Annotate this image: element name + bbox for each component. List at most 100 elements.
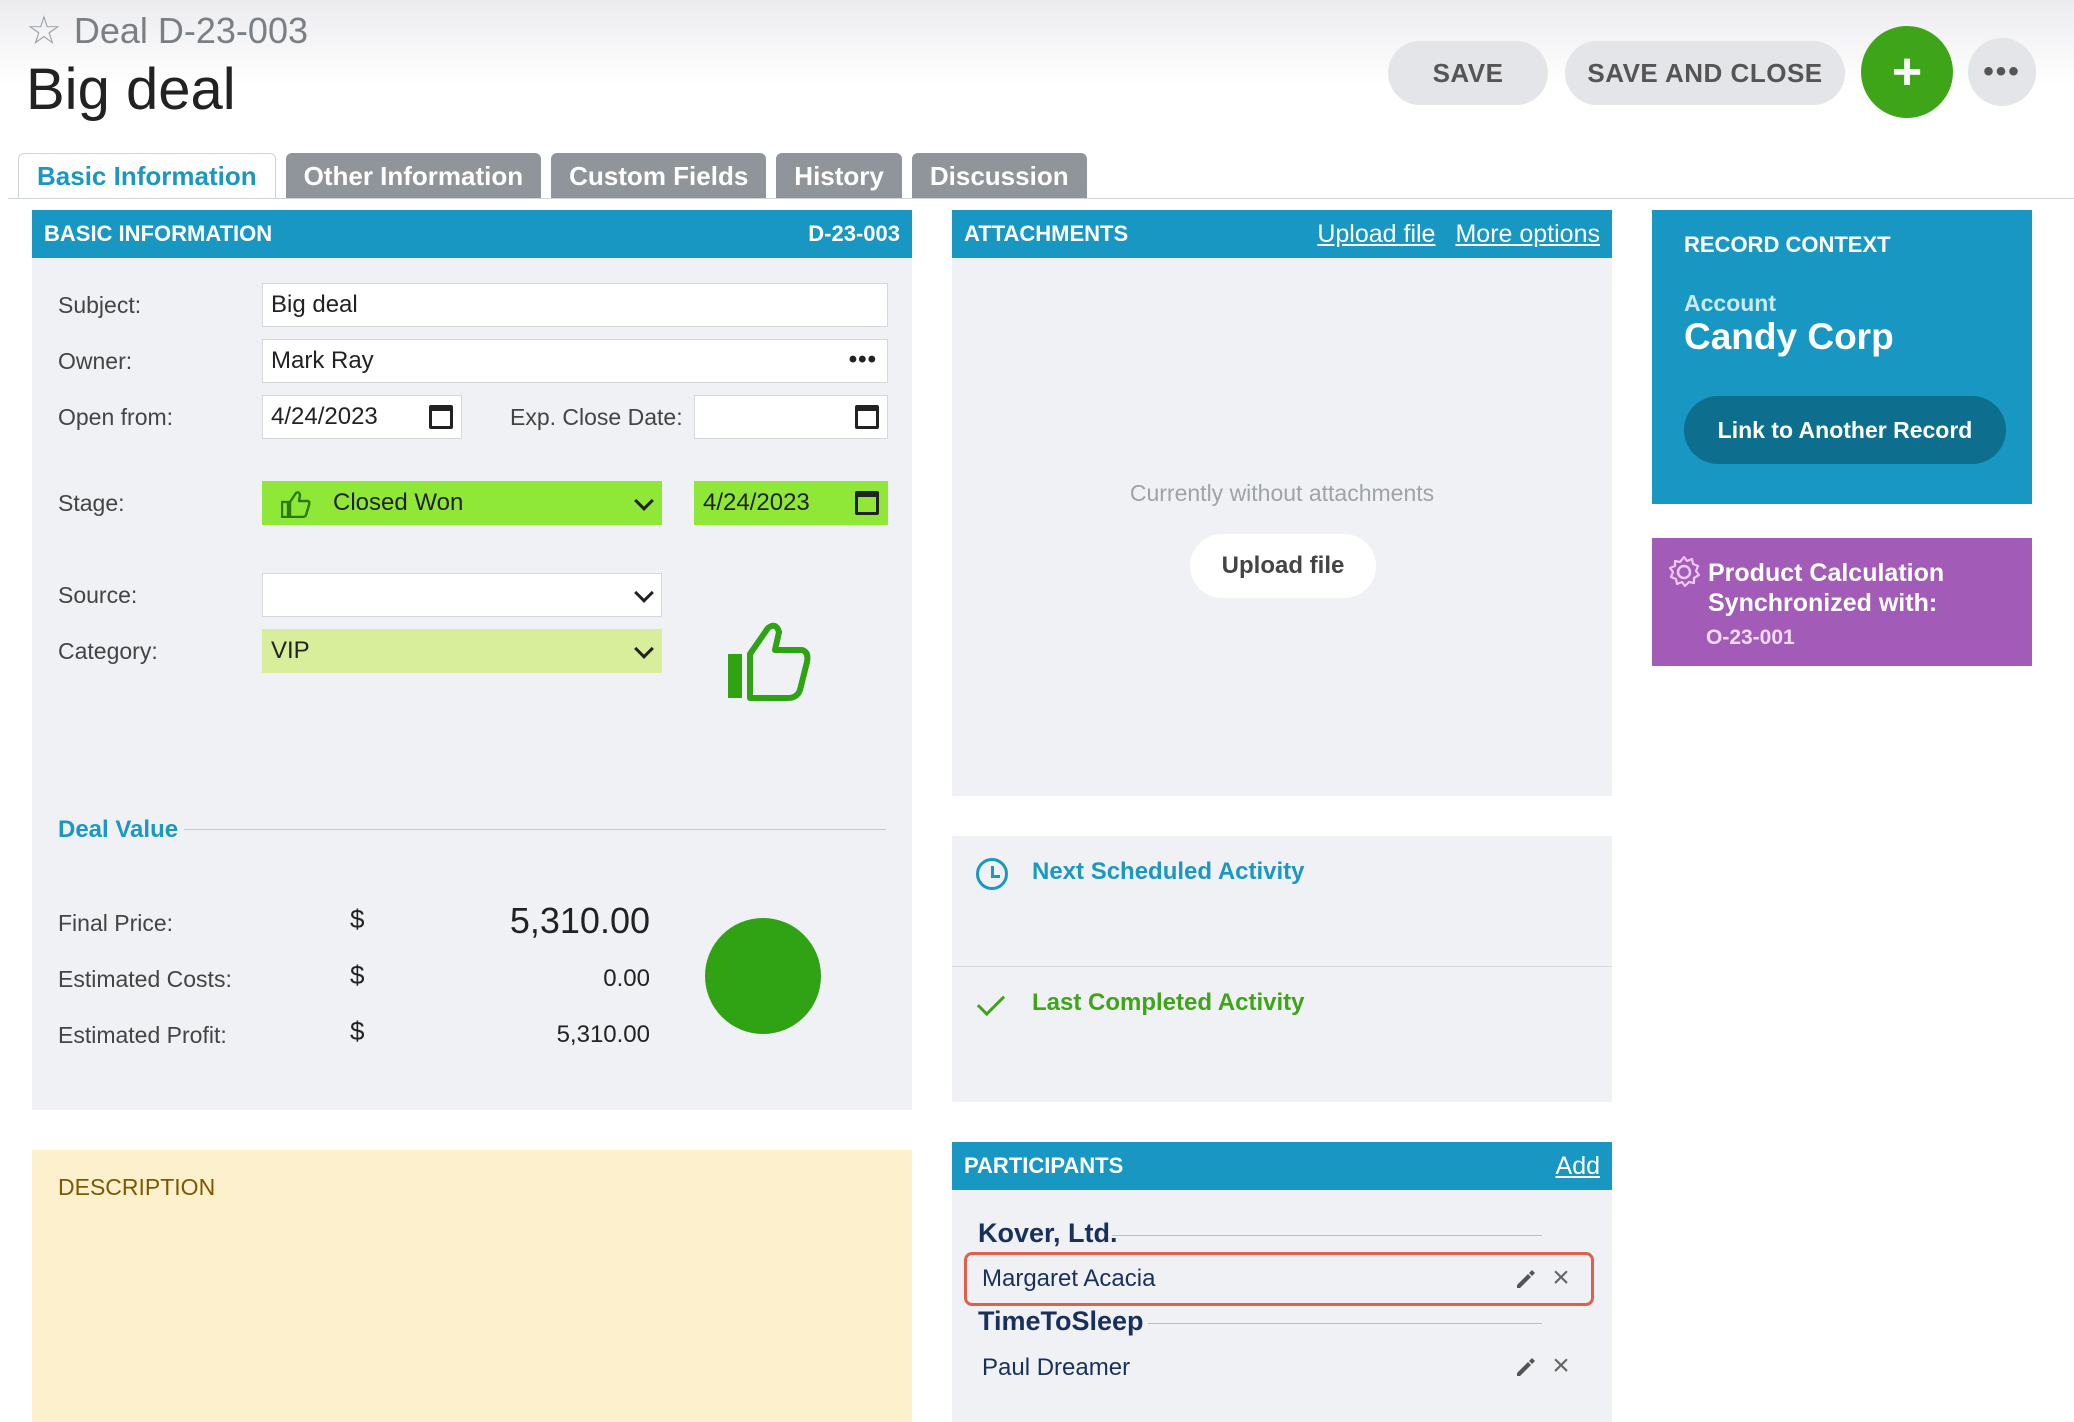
category-value: VIP (271, 637, 310, 664)
calendar-icon[interactable] (429, 405, 453, 429)
calendar-icon[interactable] (855, 405, 879, 429)
tab-bar: Basic Information Other Information Cust… (18, 153, 1087, 199)
participants-header: PARTICIPANTS Add (952, 1142, 1612, 1190)
final-price-value: 5,310.00 (509, 900, 650, 941)
estimated-profit-value: 5,310.00 (556, 1021, 650, 1048)
subject-label: Subject: (58, 292, 142, 318)
exp-close-date-input[interactable] (694, 395, 888, 439)
add-button[interactable]: + (1861, 26, 1953, 118)
deal-value-divider (184, 829, 886, 830)
upload-file-button[interactable]: Upload file (1190, 534, 1376, 598)
estimated-costs-value: 0.00 (603, 965, 650, 992)
basic-information-header: BASIC INFORMATION D-23-003 (32, 210, 912, 258)
stage-date-input[interactable]: 4/24/2023 (694, 481, 888, 525)
category-select[interactable]: VIP (262, 629, 662, 673)
description-label: DESCRIPTION (58, 1174, 216, 1200)
stage-select[interactable]: Closed Won (262, 481, 662, 525)
owner-label: Owner: (58, 348, 133, 374)
subject-input[interactable]: Big deal (262, 283, 888, 327)
edit-pencil-icon[interactable] (1514, 1268, 1536, 1290)
product-calculation-panel[interactable]: Product Calculation Synchronized with: O… (1652, 538, 2032, 666)
tab-basic-information[interactable]: Basic Information (18, 153, 276, 199)
clock-icon (976, 858, 1008, 890)
participants-heading: PARTICIPANTS (964, 1153, 1124, 1178)
stage-date-value: 4/24/2023 (703, 489, 810, 516)
record-context-panel: RECORD CONTEXT Account Candy Corp Link t… (1652, 210, 2032, 504)
estimated-costs-label: Estimated Costs: (58, 966, 232, 992)
account-label: Account (1684, 290, 1776, 316)
source-select[interactable] (262, 573, 662, 617)
org-divider (1148, 1323, 1542, 1324)
remove-icon[interactable]: × (1549, 1351, 1573, 1381)
more-options-link[interactable]: More options (1455, 220, 1600, 248)
final-price-label: Final Price: (58, 910, 174, 936)
next-activity-label: Next Scheduled Activity (1032, 858, 1305, 885)
open-from-date-input[interactable]: 4/24/2023 (262, 395, 462, 439)
participant-name[interactable]: Paul Dreamer (982, 1354, 1130, 1382)
upload-file-link[interactable]: Upload file (1317, 220, 1435, 248)
chevron-down-icon (634, 583, 654, 603)
next-activity-row[interactable]: Next Scheduled Activity (952, 836, 1612, 966)
add-participant-link[interactable]: Add (1556, 1152, 1600, 1181)
description-panel[interactable]: DESCRIPTION (32, 1150, 912, 1422)
participant-name[interactable]: Margaret Acacia (982, 1265, 1155, 1293)
owner-value: Mark Ray (271, 347, 374, 374)
last-activity-label: Last Completed Activity (1032, 989, 1305, 1016)
exp-close-date-label: Exp. Close Date: (510, 404, 683, 430)
tab-other-information[interactable]: Other Information (285, 153, 542, 199)
tab-discussion[interactable]: Discussion (911, 153, 1087, 199)
participants-panel: PARTICIPANTS Add Kover, Ltd. Margaret Ac… (952, 1142, 1612, 1422)
tab-divider (8, 198, 2074, 199)
activities-panel: Next Scheduled Activity Last Completed A… (952, 836, 1612, 1102)
gear-icon (1668, 555, 1701, 588)
category-label: Category: (58, 638, 158, 664)
synchronized-record-id[interactable]: O-23-001 (1706, 626, 1795, 650)
product-calculation-title-line2: Synchronized with: (1708, 589, 1938, 617)
attachments-heading: ATTACHMENTS (964, 221, 1129, 246)
record-label-text: Deal D-23-003 (73, 10, 308, 51)
final-price-currency: $ (350, 904, 365, 934)
chevron-down-icon (634, 639, 654, 659)
owner-more-icon[interactable]: ••• (849, 346, 877, 374)
favorite-star-icon[interactable]: ☆ (26, 8, 62, 54)
tab-custom-fields[interactable]: Custom Fields (551, 153, 767, 199)
org-divider (1112, 1235, 1542, 1236)
stage-value: Closed Won (333, 489, 464, 516)
source-label: Source: (58, 582, 138, 608)
deal-value-heading: Deal Value (58, 816, 179, 843)
participant-org: Kover, Ltd. (978, 1218, 1118, 1248)
page-title: Big deal (26, 57, 236, 122)
remove-icon[interactable]: × (1549, 1263, 1573, 1293)
account-name[interactable]: Candy Corp (1684, 316, 1894, 358)
attachments-empty-text: Currently without attachments (1129, 480, 1435, 506)
product-calculation-title: Product Calculation Synchronized with: (1708, 558, 1944, 618)
basic-information-panel: BASIC INFORMATION D-23-003 Subject: Big … (32, 210, 912, 1110)
last-activity-row[interactable]: Last Completed Activity (952, 966, 1612, 1096)
participant-org: TimeToSleep (978, 1306, 1144, 1336)
tab-history[interactable]: History (776, 153, 902, 199)
deal-status-indicator (705, 918, 821, 1034)
attachments-header: ATTACHMENTS Upload file More options (952, 210, 1612, 258)
product-calculation-title-line1: Product Calculation (1708, 559, 1945, 587)
attachments-panel: ATTACHMENTS Upload file More options Curr… (952, 210, 1612, 796)
more-options-button[interactable]: ••• (1968, 38, 2036, 106)
save-button[interactable]: SAVE (1388, 41, 1548, 105)
stage-label: Stage: (58, 490, 125, 516)
open-from-label: Open from: (58, 404, 174, 430)
open-from-value: 4/24/2023 (271, 403, 378, 430)
calendar-icon[interactable] (855, 491, 879, 515)
subject-value: Big deal (271, 291, 358, 318)
chevron-down-icon (634, 491, 654, 511)
link-to-another-record-button[interactable]: Link to Another Record (1684, 396, 2006, 464)
thumbs-up-icon (281, 491, 311, 518)
estimated-profit-currency: $ (350, 1016, 365, 1046)
stage-thumbs-up-icon (728, 622, 811, 701)
estimated-profit-label: Estimated Profit: (58, 1022, 227, 1048)
estimated-costs-currency: $ (350, 960, 365, 990)
checkmark-icon (976, 987, 1006, 1017)
owner-input[interactable]: Mark Ray ••• (262, 339, 888, 383)
save-and-close-button[interactable]: SAVE AND CLOSE (1565, 41, 1845, 105)
edit-pencil-icon[interactable] (1514, 1356, 1536, 1378)
record-id: D-23-003 (808, 221, 900, 246)
record-label: ☆ Deal D-23-003 (26, 8, 308, 54)
